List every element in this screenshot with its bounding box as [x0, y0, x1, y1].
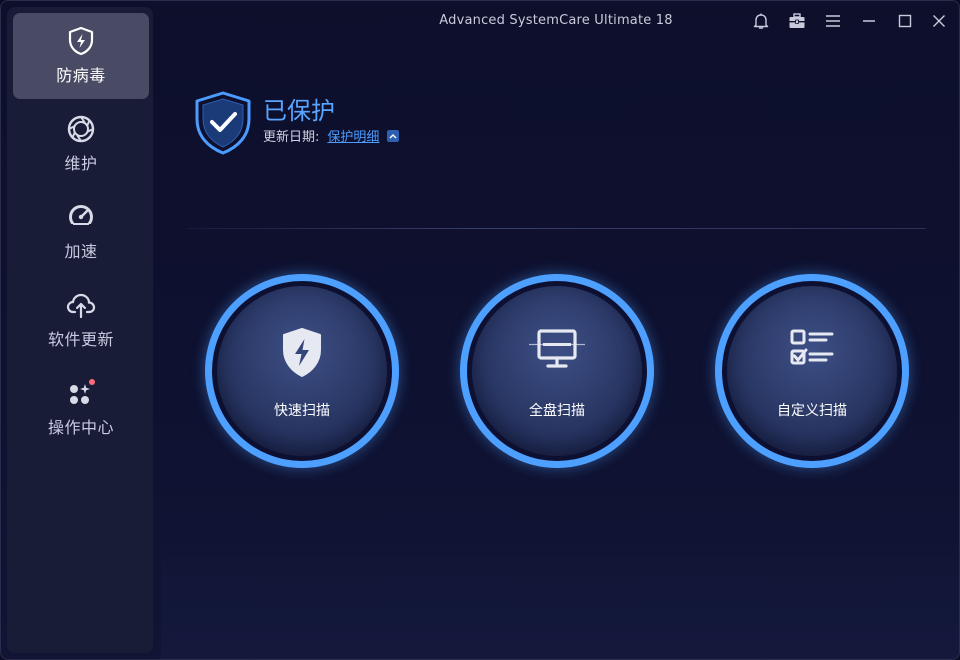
scan-label: 快速扫描 — [274, 403, 330, 419]
sidebar-item-label: 维护 — [64, 154, 98, 173]
scan-label: 自定义扫描 — [777, 403, 847, 419]
menu-icon — [826, 15, 840, 27]
custom-scan-button[interactable]: 自定义扫描 — [715, 274, 909, 468]
shield-bolt-icon — [283, 328, 321, 377]
protection-details-link[interactable]: 保护明细 — [327, 126, 379, 145]
monitor-icon — [529, 329, 585, 368]
sidebar-item-speedup[interactable]: 加速 — [13, 189, 149, 275]
sidebar-item-label: 软件更新 — [47, 330, 114, 349]
bell-icon — [753, 13, 769, 29]
sidebar-item-software-update[interactable]: 软件更新 — [13, 277, 149, 363]
toolbox-button[interactable] — [785, 9, 809, 33]
sidebar-item-antivirus[interactable]: 防病毒 — [13, 13, 149, 99]
shield-check-icon — [195, 91, 251, 155]
minimize-icon — [863, 20, 875, 22]
minimize-button[interactable] — [857, 9, 881, 33]
app-window: 防病毒 维护 加速 软件更新 操作中心 Advanced SystemCare … — [0, 0, 960, 660]
sidebar-item-label: 防病毒 — [56, 66, 106, 85]
section-divider — [186, 228, 926, 229]
speedometer-icon — [69, 205, 93, 230]
shield-bolt-icon — [68, 26, 94, 56]
window-title: Advanced SystemCare Ultimate 18 — [439, 13, 673, 28]
menu-button[interactable] — [821, 9, 845, 33]
full-scan-button[interactable]: 全盘扫描 — [460, 274, 654, 468]
status-subline: 更新日期: 保护明细 — [263, 126, 400, 145]
cloud-upload-icon — [66, 293, 96, 319]
sidebar: 防病毒 维护 加速 软件更新 操作中心 — [7, 7, 153, 653]
sidebar-item-action-center[interactable]: 操作中心 — [13, 365, 149, 451]
maximize-icon — [898, 14, 912, 28]
maximize-button[interactable] — [893, 9, 917, 33]
checklist-icon — [790, 329, 834, 365]
floor-glow — [161, 521, 959, 659]
close-button[interactable] — [927, 9, 951, 33]
status-title: 已保护 — [263, 97, 335, 125]
close-icon — [933, 15, 945, 27]
quick-scan-button[interactable]: 快速扫描 — [205, 274, 399, 468]
update-date-label: 更新日期: — [263, 130, 320, 145]
sidebar-item-label: 加速 — [64, 242, 98, 261]
notifications-button[interactable] — [749, 9, 773, 33]
sidebar-item-maintenance[interactable]: 维护 — [13, 101, 149, 187]
sidebar-item-label: 操作中心 — [47, 418, 114, 437]
notification-badge — [89, 379, 95, 385]
apps-icon — [70, 379, 95, 404]
scan-label: 全盘扫描 — [529, 403, 585, 419]
aperture-icon — [67, 115, 95, 143]
toolbox-icon — [789, 13, 805, 28]
expand-details-button[interactable] — [387, 129, 400, 142]
chevron-up-icon — [389, 133, 397, 138]
